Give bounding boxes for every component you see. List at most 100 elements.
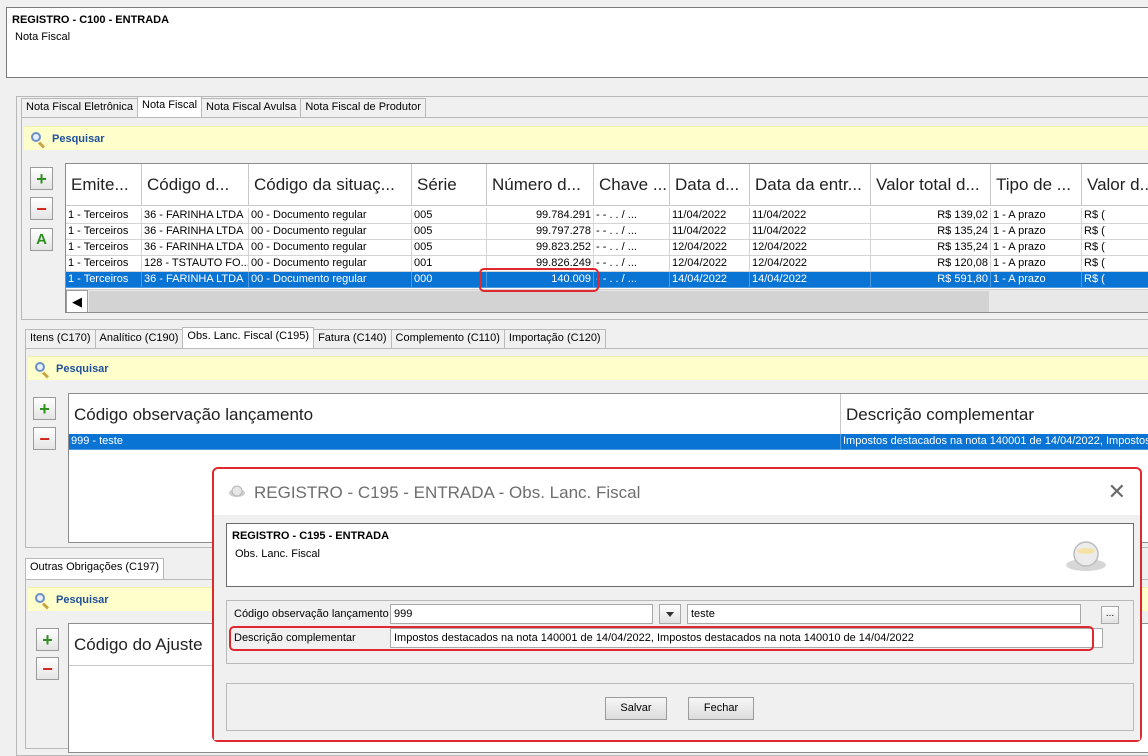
table-cell: Impostos destacados na nota 140001 de 14… bbox=[841, 434, 1148, 450]
column-header[interactable]: Data d... bbox=[670, 164, 750, 206]
code-field[interactable]: 999 bbox=[390, 604, 653, 624]
table-cell: - - . . / ... bbox=[594, 224, 670, 240]
table-cell: 00 - Documento regular bbox=[249, 272, 412, 288]
table-cell: 1 - Terceiros bbox=[66, 256, 142, 272]
table-cell: 00 - Documento regular bbox=[249, 224, 412, 240]
app-logo-icon bbox=[1066, 541, 1106, 571]
column-header[interactable]: Número d... bbox=[487, 164, 594, 206]
add-button[interactable]: + bbox=[36, 628, 59, 651]
nota-tabs: Nota Fiscal Eletrônica Nota Fiscal Nota … bbox=[21, 96, 426, 117]
remove-button[interactable]: − bbox=[33, 427, 56, 450]
number-highlight bbox=[479, 268, 599, 292]
table-cell: 999 - teste bbox=[69, 434, 841, 450]
tab-itens[interactable]: Itens (C170) bbox=[25, 329, 96, 348]
record-header: REGISTRO - C100 - ENTRADA Nota Fiscal bbox=[6, 7, 1148, 78]
table-cell: 000 bbox=[412, 272, 487, 288]
column-header[interactable]: Código observação lançamento bbox=[69, 394, 841, 436]
table-cell: 128 - TSTAUTO FO... bbox=[142, 256, 249, 272]
dialog-header: REGISTRO - C195 - ENTRADA Obs. Lanc. Fis… bbox=[226, 523, 1134, 587]
table-row[interactable]: 1 - Terceiros 36 - FARINHA LTDA 00 - Docum… bbox=[66, 272, 1148, 288]
table-cell: R$ ( bbox=[1082, 240, 1148, 256]
table-cell: - - . . / ... bbox=[594, 208, 670, 224]
magnifier-icon bbox=[30, 131, 46, 149]
scroll-left-icon[interactable]: ◀ bbox=[66, 290, 88, 312]
close-button[interactable]: Fechar bbox=[688, 697, 754, 720]
tab-nota-fiscal-produtor[interactable]: Nota Fiscal de Produtor bbox=[300, 98, 426, 117]
table-cell: 36 - FARINHA LTDA bbox=[142, 208, 249, 224]
tab-nota-fiscal-eletronica[interactable]: Nota Fiscal Eletrônica bbox=[21, 98, 138, 117]
tab-outras-obrigacoes[interactable]: Outras Obrigações (C197) bbox=[25, 558, 164, 579]
table-row[interactable]: 999 - teste Impostos destacados na nota … bbox=[69, 434, 1148, 450]
search-label: Pesquisar bbox=[52, 132, 105, 145]
remove-button[interactable]: − bbox=[36, 657, 59, 680]
table-cell: 1 - A prazo bbox=[991, 208, 1082, 224]
obs-table-header: Código observação lançamento Descrição c… bbox=[69, 394, 1148, 436]
column-header[interactable]: Código d... bbox=[142, 164, 249, 206]
horizontal-scrollbar[interactable]: ◀ bbox=[66, 289, 1148, 312]
tab-importacao[interactable]: Importação (C120) bbox=[503, 329, 606, 348]
dialog-buttons: Salvar Fechar bbox=[226, 683, 1134, 731]
table-cell: 1 - A prazo bbox=[991, 256, 1082, 272]
table-cell: 11/04/2022 bbox=[670, 208, 750, 224]
column-header[interactable]: Emite... bbox=[66, 164, 142, 206]
table-cell: 99.823.252 bbox=[487, 240, 594, 256]
c197-tabs: Outras Obrigações (C197) bbox=[25, 558, 164, 579]
table-cell: R$ 135,24 bbox=[871, 224, 991, 240]
table-cell: 99.784.291 bbox=[487, 208, 594, 224]
description-highlight bbox=[229, 626, 1094, 651]
code-label: Código observação lançamento bbox=[234, 608, 389, 620]
table-row[interactable]: 1 - Terceiros 128 - TSTAUTO FO... 00 - Doc… bbox=[66, 256, 1148, 272]
magnifier-icon bbox=[34, 361, 50, 379]
table-cell: 001 bbox=[412, 256, 487, 272]
remove-button[interactable]: − bbox=[30, 197, 53, 220]
table-cell: 1 - Terceiros bbox=[66, 240, 142, 256]
table-cell: 12/04/2022 bbox=[670, 240, 750, 256]
table-cell: 00 - Documento regular bbox=[249, 240, 412, 256]
tab-analitico[interactable]: Analítico (C190) bbox=[94, 329, 184, 348]
letter-a-icon[interactable]: A bbox=[30, 228, 53, 251]
column-header[interactable]: Chave ... bbox=[594, 164, 670, 206]
code-dropdown-button[interactable] bbox=[659, 604, 681, 624]
search-label: Pesquisar bbox=[56, 362, 109, 375]
table-cell: R$ 139,02 bbox=[871, 208, 991, 224]
table-cell: 12/04/2022 bbox=[750, 256, 871, 272]
record-title: REGISTRO - C100 - ENTRADA bbox=[12, 14, 170, 26]
tab-obs-lanc-fiscal[interactable]: Obs. Lanc. Fiscal (C195) bbox=[182, 327, 315, 348]
search-bar[interactable]: Pesquisar bbox=[28, 356, 1148, 380]
save-button[interactable]: Salvar bbox=[605, 697, 667, 720]
table-cell: 1 - Terceiros bbox=[66, 224, 142, 240]
table-row[interactable]: 1 - Terceiros 36 - FARINHA LTDA 00 - Docum… bbox=[66, 208, 1148, 224]
column-header[interactable]: Valor d... bbox=[1082, 164, 1148, 206]
table-cell: 11/04/2022 bbox=[750, 224, 871, 240]
chevron-down-icon bbox=[666, 611, 674, 617]
column-header[interactable]: Tipo de ... bbox=[991, 164, 1082, 206]
detail-tabs: Itens (C170) Analítico (C190) Obs. Lanc.… bbox=[25, 327, 606, 348]
column-header[interactable]: Código da situaç... bbox=[249, 164, 412, 206]
column-header[interactable]: Descrição complementar bbox=[841, 394, 1148, 436]
tab-fatura[interactable]: Fatura (C140) bbox=[313, 329, 392, 348]
table-cell: 11/04/2022 bbox=[670, 224, 750, 240]
table-cell: - - . . / ... bbox=[594, 256, 670, 272]
close-icon[interactable]: ✕ bbox=[1108, 479, 1126, 505]
lookup-button[interactable]: ... bbox=[1101, 606, 1119, 624]
column-header[interactable]: Série bbox=[412, 164, 487, 206]
table-row[interactable]: 1 - Terceiros 36 - FARINHA LTDA 00 - Docum… bbox=[66, 240, 1148, 256]
table-row[interactable]: 1 - Terceiros 36 - FARINHA LTDA 00 - Docum… bbox=[66, 224, 1148, 240]
search-label: Pesquisar bbox=[56, 593, 109, 606]
tab-nota-fiscal[interactable]: Nota Fiscal bbox=[137, 96, 203, 117]
obs-dialog: REGISTRO - C195 - ENTRADA - Obs. Lanc. F… bbox=[212, 467, 1142, 742]
table-cell: 14/04/2022 bbox=[750, 272, 871, 288]
search-bar[interactable]: Pesquisar bbox=[24, 126, 1148, 150]
table-cell: 36 - FARINHA LTDA bbox=[142, 272, 249, 288]
tab-complemento[interactable]: Complemento (C110) bbox=[390, 329, 505, 348]
table-cell: 005 bbox=[412, 240, 487, 256]
add-button[interactable]: + bbox=[33, 397, 56, 420]
tab-nota-fiscal-avulsa[interactable]: Nota Fiscal Avulsa bbox=[201, 98, 302, 117]
add-button[interactable]: + bbox=[30, 167, 53, 190]
column-header[interactable]: Valor total d... bbox=[871, 164, 991, 206]
column-header[interactable]: Data da entr... bbox=[750, 164, 871, 206]
table-cell: 005 bbox=[412, 224, 487, 240]
record-subtitle: Nota Fiscal bbox=[15, 31, 71, 43]
scrollbar-thumb[interactable] bbox=[89, 291, 989, 312]
table-cell: R$ ( bbox=[1082, 256, 1148, 272]
